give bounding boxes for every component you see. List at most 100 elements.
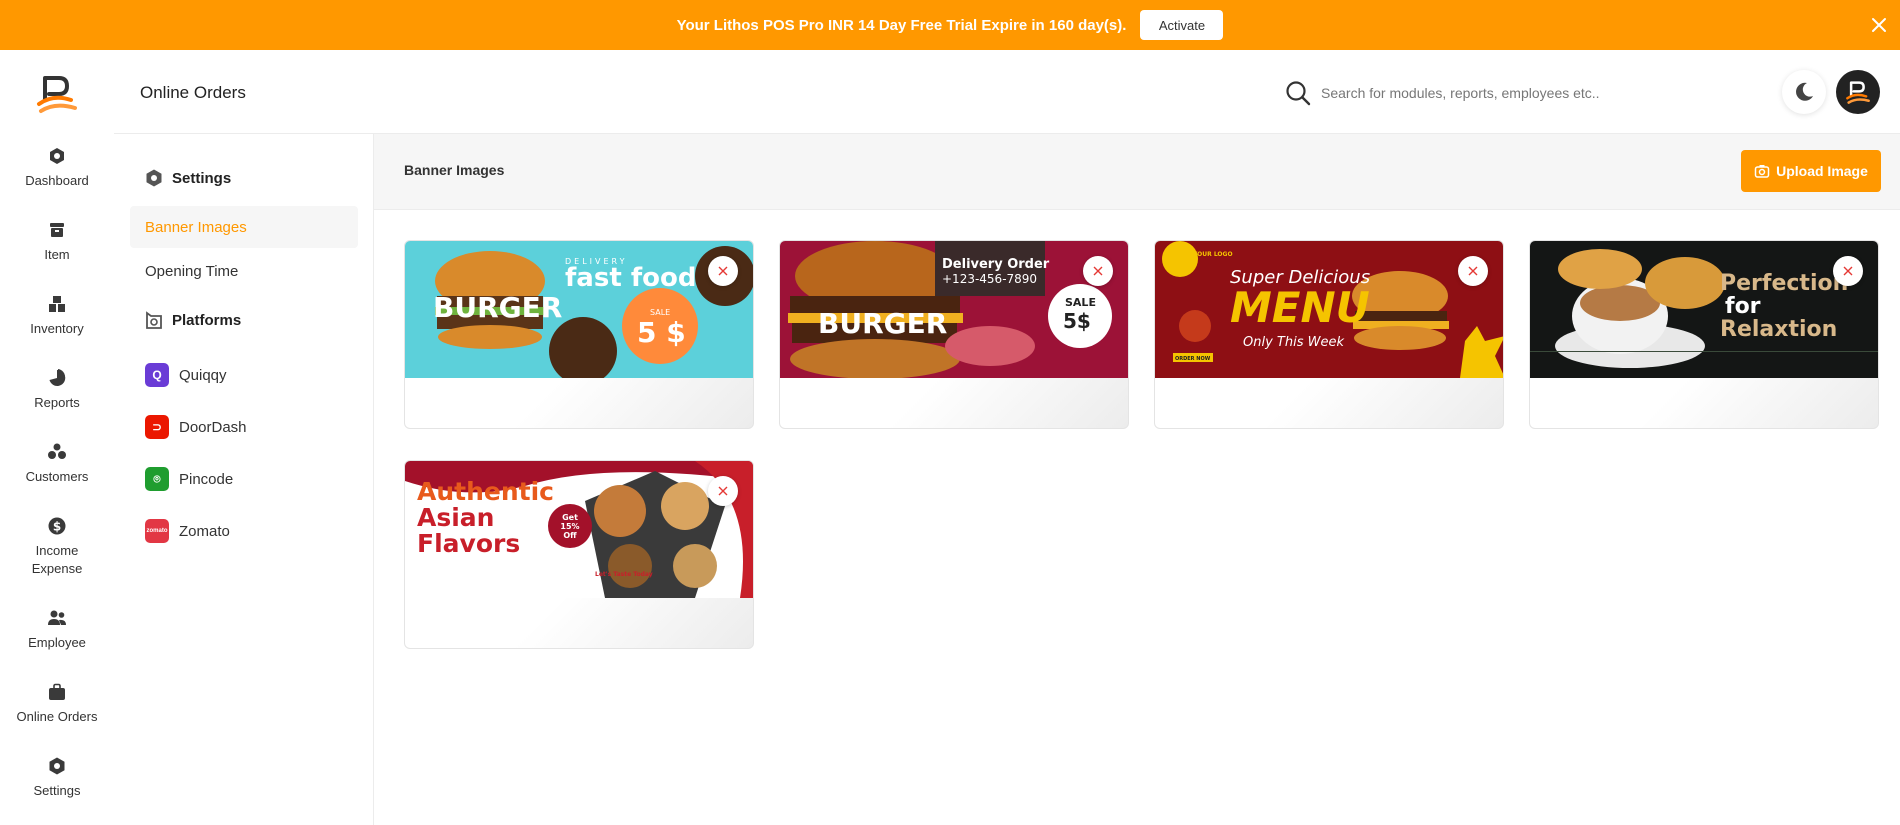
close-icon [1843, 266, 1853, 276]
banner-text: Asian [417, 503, 495, 532]
item-icon [50, 223, 64, 237]
close-icon[interactable] [1868, 14, 1890, 36]
banner-text: MENU [1230, 283, 1370, 332]
rail-label: Employee [28, 635, 86, 650]
remove-banner-button[interactable] [1458, 256, 1488, 286]
settings-sidebar: Settings Banner Images Opening Time Plat… [114, 134, 374, 825]
banner-text: Authentic [417, 477, 554, 506]
section-header: Banner Images Upload Image [374, 134, 1900, 210]
banner-text: BURGER [818, 307, 948, 340]
top-header: Online Orders [114, 50, 1900, 134]
activate-button[interactable]: Activate [1140, 10, 1224, 40]
rail-label: Customers [25, 469, 89, 484]
platform-label: Pincode [179, 470, 234, 488]
camera-icon [1754, 165, 1770, 178]
banner-card: Delivery Order +123-456-7890 BURGER SALE… [779, 240, 1129, 429]
banner-image: Delivery Order +123-456-7890 BURGER SALE… [780, 241, 1128, 378]
nav-banner-images[interactable]: Banner Images [130, 206, 358, 248]
rail-item-online-orders[interactable]: Online Orders [0, 682, 114, 726]
remove-banner-button[interactable] [1083, 256, 1113, 286]
rail-item-income-expense[interactable]: $ Income Expense [0, 516, 114, 578]
close-icon [718, 486, 728, 496]
banner-text: YOUR LOGO [1193, 251, 1233, 258]
rail-item-reports[interactable]: Reports [0, 368, 114, 412]
coffee-illustration [1530, 249, 1878, 368]
trial-banner: Your Lithos POS Pro INR 14 Day Free Tria… [0, 0, 1900, 50]
employee-icon [48, 610, 66, 625]
nav-label: Opening Time [145, 262, 239, 280]
remove-banner-button[interactable] [708, 476, 738, 506]
platforms-heading-label: Platforms [172, 311, 242, 329]
rail-item-dashboard[interactable]: Dashboard [0, 146, 114, 190]
rail-item-customers[interactable]: Customers [0, 442, 114, 486]
settings-icon [49, 757, 65, 775]
svg-text:$: $ [53, 520, 61, 534]
platform-label: DoorDash [179, 418, 247, 436]
doordash-logo-icon: ⊃ [145, 415, 169, 439]
banner-text: Only This Week [1243, 335, 1344, 350]
theme-toggle-button[interactable] [1782, 70, 1826, 114]
app-logo[interactable] [33, 70, 81, 118]
rail-label: Dashboard [25, 173, 89, 188]
banner-text: +123-456-7890 [942, 272, 1038, 286]
rail-item-inventory[interactable]: Inventory [0, 294, 114, 338]
section-title: Banner Images [404, 162, 505, 178]
rail-item-settings[interactable]: Settings [0, 756, 114, 800]
online-orders-icon [49, 683, 65, 700]
banner-text: fast food [565, 263, 697, 293]
banner-image: ORDER NOW Super Delicious MENU Only This… [1155, 241, 1503, 378]
rail-label: Item [44, 247, 70, 262]
close-icon [1093, 266, 1103, 276]
banner-card: Perfection for Relaxtion [1529, 240, 1879, 429]
main-sidebar: Dashboard Item Inventory Reports Custome… [0, 50, 114, 825]
avatar[interactable] [1836, 70, 1880, 114]
upload-label: Upload Image [1776, 163, 1868, 179]
banner-text: SALE [1065, 296, 1096, 309]
banner-text: 5 $ [637, 316, 686, 349]
pincode-logo-icon: ⌾ [145, 467, 169, 491]
platforms-icon [146, 311, 162, 329]
nav-label: Banner Images [145, 218, 247, 236]
remove-banner-button[interactable] [1833, 256, 1863, 286]
platform-doordash[interactable]: ⊃ DoorDash [130, 406, 358, 448]
close-icon [718, 266, 728, 276]
zomato-logo-icon: zomato [145, 519, 169, 543]
banner-text: for [1725, 294, 1761, 319]
banner-card: Authentic Asian Flavors Get 15% Off Let'… [404, 460, 754, 649]
settings-heading-label: Settings [172, 169, 232, 187]
nav-opening-time[interactable]: Opening Time [130, 250, 358, 292]
banner-text: BURGER [433, 291, 563, 324]
platform-pincode[interactable]: ⌾ Pincode [130, 458, 358, 500]
banner-text: Delivery Order [942, 257, 1050, 272]
platform-quiqqy[interactable]: Q Quiqqy [130, 354, 358, 396]
search-icon[interactable] [1284, 79, 1312, 107]
moon-icon [1796, 82, 1813, 101]
customers-icon [48, 443, 66, 459]
trial-message: Your Lithos POS Pro INR 14 Day Free Tria… [676, 16, 1127, 34]
settings-heading: Settings [144, 168, 231, 188]
upload-image-button[interactable]: Upload Image [1741, 150, 1881, 192]
rail-label: Reports [34, 395, 80, 410]
banner-image: Authentic Asian Flavors Get 15% Off Let'… [405, 461, 753, 598]
banner-image: DELIVERY fast food BURGER SALE 5 $ [405, 241, 753, 378]
platform-zomato[interactable]: zomato Zomato [130, 510, 358, 552]
app-logo-icon [1846, 81, 1870, 104]
dashboard-icon [50, 148, 64, 164]
rail-label: Inventory [30, 321, 84, 336]
banner-text: Perfection [1720, 271, 1849, 296]
quiqqy-logo-icon: Q [145, 363, 169, 387]
rail-item-employee[interactable]: Employee [0, 608, 114, 652]
banner-image: Perfection for Relaxtion [1530, 241, 1878, 378]
rail-label: Income Expense [31, 543, 83, 576]
remove-banner-button[interactable] [708, 256, 738, 286]
inventory-icon [49, 296, 65, 312]
banner-text: Flavors [417, 529, 521, 558]
rail-item-item[interactable]: Item [0, 220, 114, 264]
banner-text: 5$ [1063, 309, 1091, 333]
platforms-heading: Platforms [144, 310, 241, 330]
platform-label: Quiqqy [179, 366, 227, 384]
settings-icon [146, 169, 162, 187]
search-input[interactable] [1321, 77, 1661, 109]
main-content: Banner Images Upload Image DELIVERY fast… [374, 134, 1900, 825]
income-expense-icon: $ [48, 517, 66, 535]
